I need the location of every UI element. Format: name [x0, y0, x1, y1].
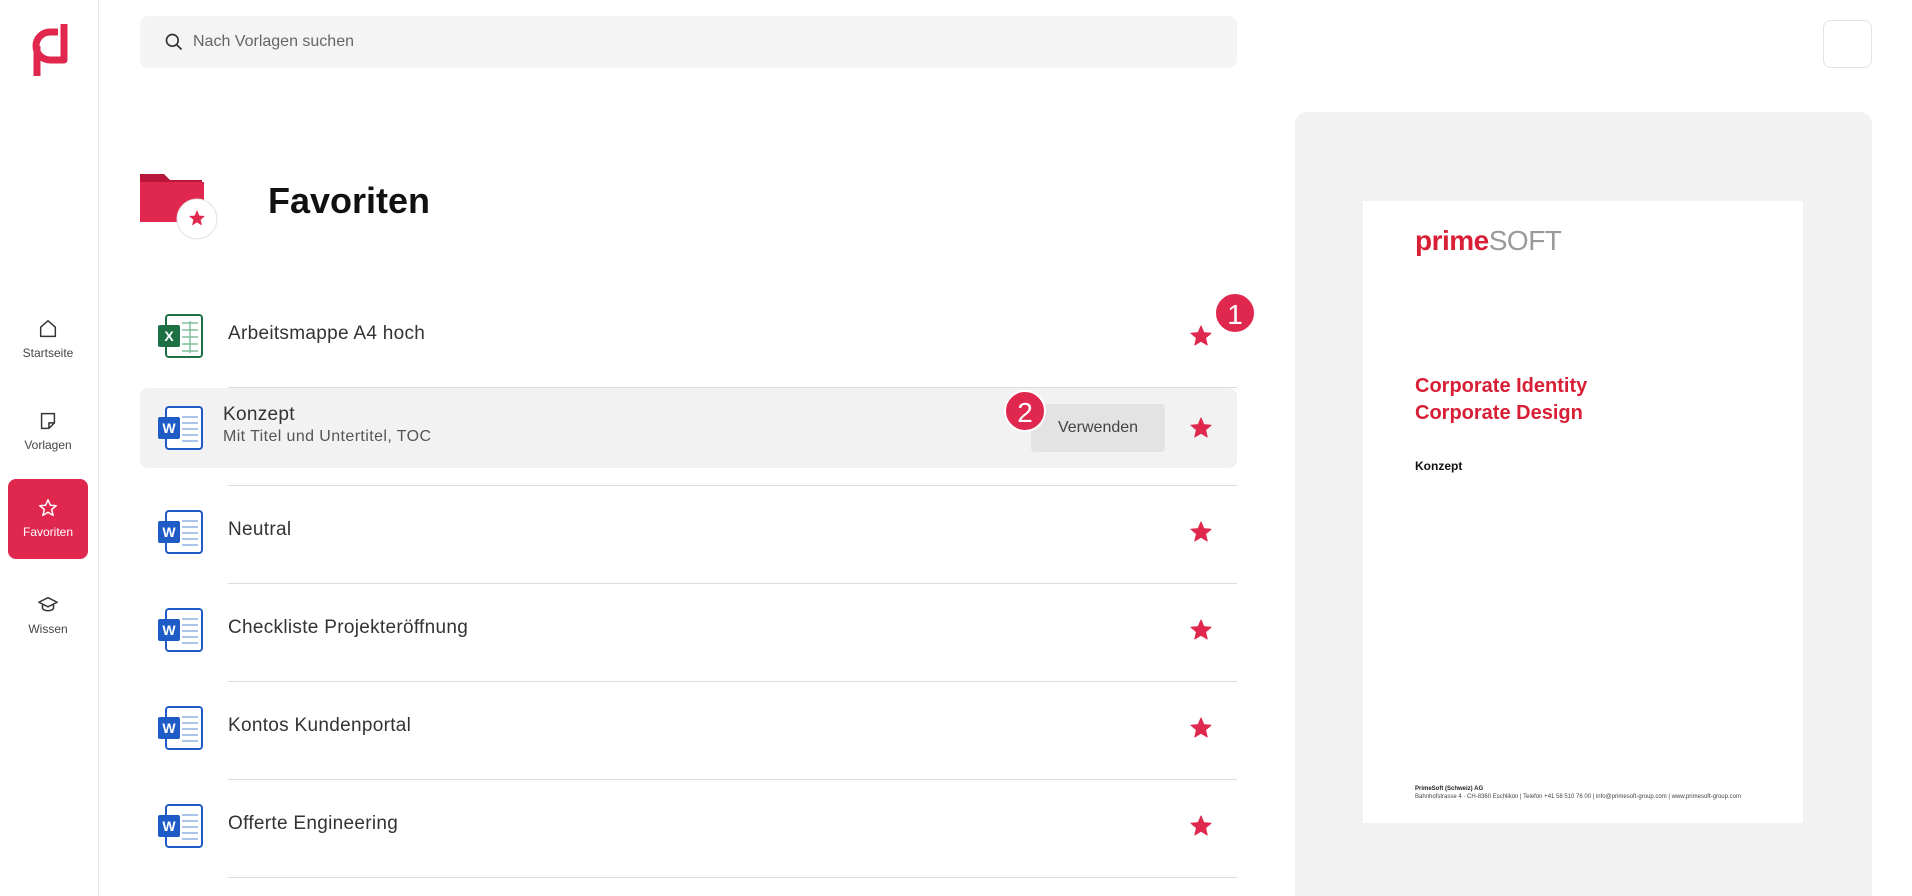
word-file-icon: W [158, 706, 203, 750]
svg-text:W: W [162, 818, 176, 834]
sidebar-item-vorlagen[interactable]: Vorlagen [8, 392, 88, 472]
user-menu-button[interactable] [1823, 20, 1872, 68]
document-title-line1: Corporate Identity [1415, 375, 1588, 397]
sidebar-item-favoriten[interactable]: Favoriten [8, 479, 88, 559]
document-preview: primeSOFT Corporate Identity Corporate D… [1363, 201, 1803, 823]
favorite-star-icon[interactable] [1189, 520, 1213, 544]
sidebar-item-label: Startseite [22, 346, 74, 360]
svg-text:W: W [162, 524, 176, 540]
home-icon [39, 320, 57, 338]
template-name: Checkliste Projekteröffnung [228, 617, 469, 638]
brand-logo-primary: prime [1415, 225, 1489, 256]
word-file-icon: W [158, 406, 203, 450]
brand-logo-secondary: SOFT [1488, 225, 1562, 256]
list-item[interactable]: W Konzept Mit Titel und Untertitel, TOC … [140, 388, 1237, 486]
favorite-star-icon[interactable] [1189, 324, 1213, 348]
favorite-star-icon[interactable] [1189, 416, 1213, 440]
word-file-icon: W [158, 804, 203, 848]
favorites-folder-icon [140, 174, 218, 240]
divider [228, 877, 1237, 878]
document-title-line2: Corporate Design [1415, 402, 1583, 424]
sidebar-item-label: Wissen [28, 622, 68, 636]
search-input[interactable] [193, 16, 1193, 68]
favorite-star-icon[interactable] [1189, 618, 1213, 642]
svg-text:W: W [162, 720, 176, 736]
favorites-list: X Arbeitsmappe A4 hoch W Konzept Mit Tit… [140, 290, 1237, 878]
use-template-button[interactable]: Verwenden [1031, 404, 1165, 452]
template-preview-panel: primeSOFT Corporate Identity Corporate D… [1295, 112, 1872, 896]
list-item[interactable]: W Kontos Kundenportal [140, 682, 1237, 780]
word-file-icon: W [158, 608, 203, 652]
page-title: Favoriten [268, 180, 431, 221]
search-bar[interactable] [140, 16, 1237, 68]
graduation-cap-icon [38, 596, 58, 612]
sidebar-item-label: Vorlagen [24, 438, 72, 452]
app-logo[interactable] [28, 22, 72, 78]
template-name: Neutral [228, 519, 292, 540]
template-name: Arbeitsmappe A4 hoch [228, 323, 426, 344]
list-item[interactable]: X Arbeitsmappe A4 hoch [140, 290, 1237, 388]
favorite-star-icon[interactable] [1189, 716, 1213, 740]
sidebar-item-startseite[interactable]: Startseite [8, 300, 88, 380]
list-item[interactable]: W Offerte Engineering [140, 780, 1237, 878]
note-icon [40, 412, 56, 430]
search-icon [165, 33, 183, 51]
step-badge: 1 [1214, 292, 1256, 334]
list-item[interactable]: W Neutral [140, 486, 1237, 584]
word-file-icon: W [158, 510, 203, 554]
sidebar-item-label: Favoriten [22, 525, 74, 539]
svg-text:W: W [162, 420, 176, 436]
template-name: Kontos Kundenportal [228, 715, 412, 736]
star-icon [39, 499, 57, 517]
step-badge: 2 [1004, 390, 1046, 432]
sidebar-item-wissen[interactable]: Wissen [8, 576, 88, 656]
document-subtitle: Konzept [1415, 459, 1463, 473]
document-footer-address: Bahnhofstrasse 4 · CH-8360 Eschlikon | T… [1415, 794, 1741, 800]
template-name: Offerte Engineering [228, 813, 399, 834]
excel-file-icon: X [158, 314, 203, 358]
sidebar: Startseite Vorlagen Favoriten Wissen [0, 0, 99, 896]
brand-logo: primeSOFT [1415, 225, 1562, 257]
svg-text:X: X [164, 328, 174, 344]
list-item[interactable]: W Checkliste Projekteröffnung [140, 584, 1237, 682]
favorite-star-icon[interactable] [1189, 814, 1213, 838]
template-name: Konzept [223, 404, 295, 425]
svg-text:W: W [162, 622, 176, 638]
template-subtitle: Mit Titel und Untertitel, TOC [223, 428, 432, 445]
document-footer-company: PrimeSoft (Schweiz) AG [1415, 786, 1484, 792]
